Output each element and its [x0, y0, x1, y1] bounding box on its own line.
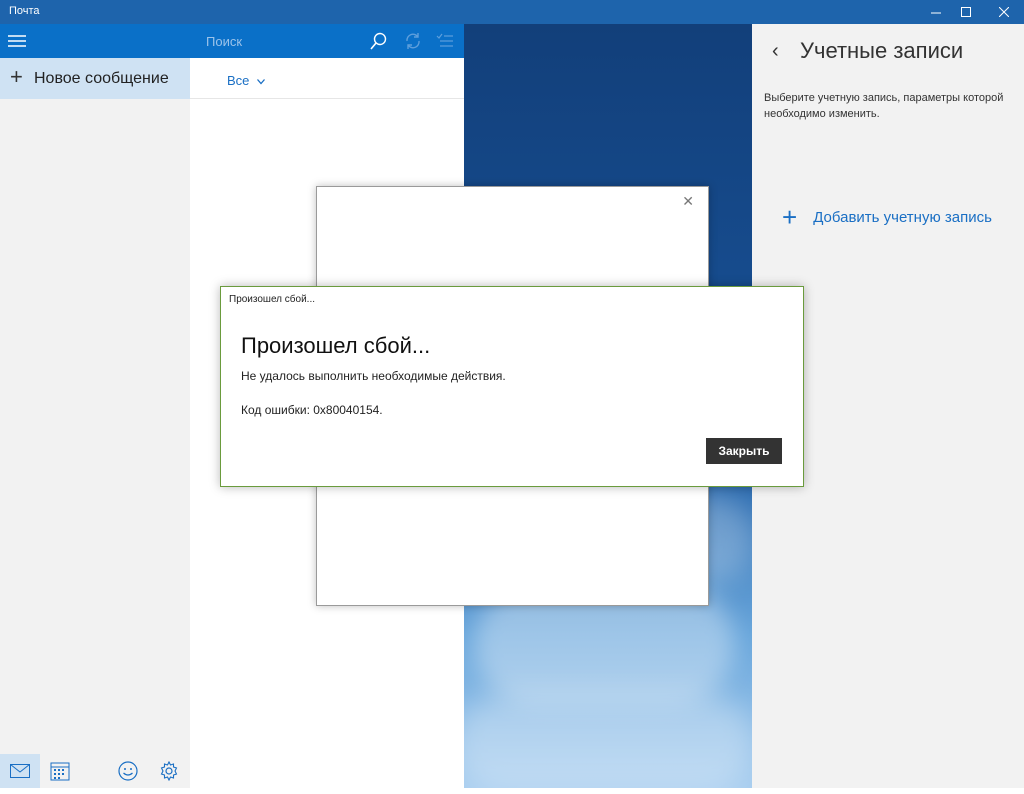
title-bar: Почта [0, 0, 1024, 24]
close-icon[interactable]: ✕ [682, 193, 694, 210]
feedback-button[interactable] [118, 761, 138, 781]
search-input[interactable]: Поиск [206, 34, 242, 49]
hamburger-button[interactable] [0, 24, 190, 58]
search-bar: Поиск [190, 24, 464, 58]
new-message-button[interactable]: + Новое сообщение [0, 58, 190, 99]
sync-icon[interactable] [404, 32, 422, 50]
window-title: Почта [9, 5, 40, 17]
plus-icon: + [782, 202, 798, 232]
close-icon [999, 7, 1009, 17]
cloud [454, 694, 754, 794]
dialog-message: Не удалось выполнить необходимые действи… [241, 369, 506, 383]
hamburger-icon [8, 35, 26, 47]
error-dialog: Произошел сбой... Произошел сбой... Не у… [220, 286, 804, 487]
nav-bottom-bar [0, 754, 190, 788]
filter-label: Все [227, 73, 250, 88]
accounts-title: Учетные записи [800, 38, 964, 63]
accounts-description: Выберите учетную запись, параметры котор… [764, 92, 1004, 120]
minimize-button[interactable] [920, 0, 952, 24]
maximize-icon [961, 7, 971, 17]
settings-button[interactable] [159, 760, 179, 782]
maximize-button[interactable] [950, 0, 982, 24]
add-account-button[interactable]: + Добавить учетную запись [782, 202, 992, 232]
chevron-down-icon [257, 79, 266, 85]
back-arrow-icon[interactable]: ‹ [772, 40, 779, 63]
gear-icon [160, 760, 178, 782]
filter-dropdown[interactable]: Все [227, 73, 266, 88]
error-code: Код ошибки: 0x80040154. [241, 403, 383, 417]
mail-tab[interactable] [0, 754, 40, 788]
minimize-icon [931, 12, 941, 14]
close-button[interactable]: Закрыть [706, 438, 782, 464]
new-message-label: Новое сообщение [34, 70, 169, 87]
dialog-title: Произошел сбой... [241, 333, 431, 358]
calendar-icon [50, 762, 70, 781]
dialog-caption: Произошел сбой... [229, 294, 316, 305]
smiley-icon [118, 761, 138, 781]
search-icon[interactable] [370, 32, 388, 50]
plus-icon: + [10, 64, 23, 89]
close-window-button[interactable] [988, 0, 1020, 24]
filter-bar: Все [190, 58, 464, 99]
add-account-label: Добавить учетную запись [813, 208, 992, 226]
select-mode-icon[interactable] [436, 32, 454, 50]
navigation-pane: + Новое сообщение [0, 24, 190, 788]
calendar-button[interactable] [50, 761, 70, 781]
mail-icon [10, 764, 30, 778]
